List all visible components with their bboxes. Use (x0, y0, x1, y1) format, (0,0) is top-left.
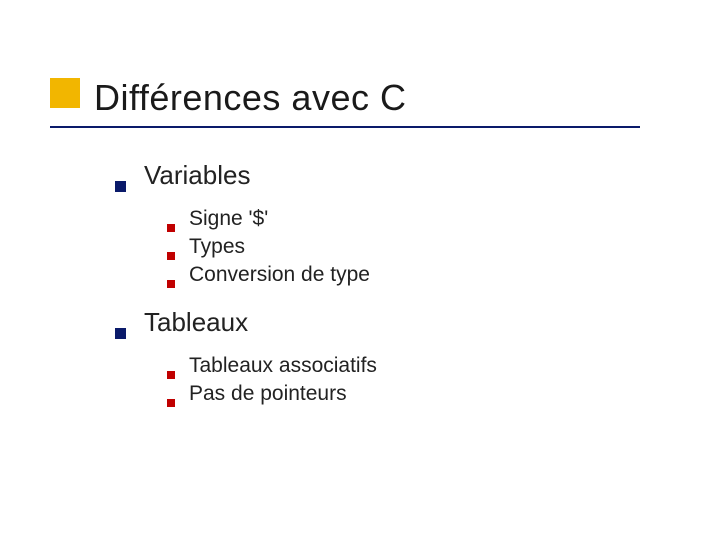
item-label: Pas de pointeurs (189, 382, 347, 406)
square-bullet-icon (115, 181, 126, 192)
slide-title-block: Différences avec C (50, 78, 406, 118)
section-label: Tableaux (144, 307, 248, 338)
square-bullet-icon (167, 371, 175, 379)
item-label: Tableaux associatifs (189, 354, 377, 378)
list-item: Types (167, 235, 377, 259)
square-bullet-icon (167, 280, 175, 288)
square-bullet-icon (167, 224, 175, 232)
list-item: Variables (115, 160, 377, 191)
square-bullet-icon (167, 399, 175, 407)
item-label: Conversion de type (189, 263, 370, 287)
slide-content: Variables Signe '$' Types Conversion de … (115, 160, 377, 426)
item-label: Signe '$' (189, 207, 268, 231)
list-item: Tableaux (115, 307, 377, 338)
list-item: Signe '$' (167, 207, 377, 231)
square-bullet-icon (115, 328, 126, 339)
list-item: Conversion de type (167, 263, 377, 287)
sublist: Tableaux associatifs Pas de pointeurs (167, 354, 377, 406)
section-label: Variables (144, 160, 250, 191)
list-item: Pas de pointeurs (167, 382, 377, 406)
item-label: Types (189, 235, 245, 259)
slide-title: Différences avec C (50, 78, 406, 118)
list-item: Tableaux associatifs (167, 354, 377, 378)
title-underline (50, 126, 640, 128)
square-bullet-icon (167, 252, 175, 260)
sublist: Signe '$' Types Conversion de type (167, 207, 377, 287)
